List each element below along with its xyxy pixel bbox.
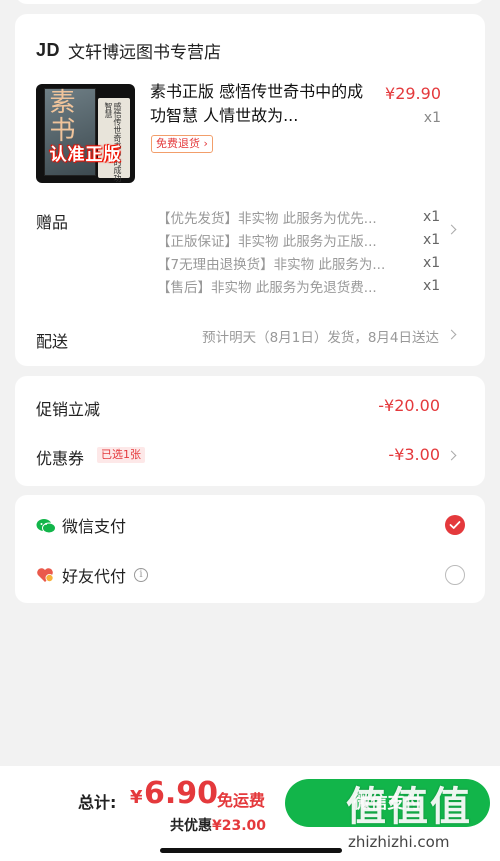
coupon-label[interactable]: 优惠券: [36, 445, 84, 469]
promotion-card: 促销立减 -¥20.00 优惠券 已选1张 -¥3.00: [15, 376, 485, 486]
gift-item-qty: x1: [423, 278, 441, 294]
gift-item-text: 【正版保证】非实物 此服务为正版...: [157, 234, 377, 250]
payment-option-wechat[interactable]: 微信支付: [36, 513, 126, 537]
previous-card-edge: [15, 0, 485, 4]
total-label: 总计:: [78, 793, 117, 812]
store-order-card: JD 文轩博远图书专营店 素书 感悟传世奇书中的成功智慧 认准正版 素书正版 感…: [15, 14, 485, 366]
watermark-logo: 值值值: [346, 784, 472, 830]
gift-item-text: 【售后】非实物 此服务为免退货费...: [157, 280, 377, 296]
book-cover-title: 素书: [45, 88, 75, 144]
gift-item-qty: x1: [423, 255, 441, 271]
discount-prefix: 共优惠: [170, 818, 212, 834]
promo-discount-value: -¥20.00: [378, 396, 440, 415]
wechat-icon: [36, 518, 56, 534]
gift-item-qty: x1: [423, 232, 441, 248]
jd-logo: JD: [36, 40, 61, 60]
payment-method-card: 微信支付 好友代付 i: [15, 495, 485, 603]
product-image[interactable]: 素书 感悟传世奇书中的成功智慧 认准正版: [36, 84, 135, 183]
info-icon[interactable]: i: [134, 568, 149, 582]
heart-gift-icon: [36, 567, 54, 583]
gift-item[interactable]: 【优先发货】非实物 此服务为优先... x1: [157, 207, 457, 227]
total-amount: 6.90: [144, 776, 219, 811]
free-shipping-label: 免运费: [217, 791, 266, 810]
gift-item-qty: x1: [423, 209, 441, 225]
gifts-label: 赠品: [36, 213, 69, 232]
total-currency: ¥: [130, 787, 143, 808]
store-name: 文轩博远图书专营店: [68, 43, 222, 63]
wechat-pay-label: 微信支付: [62, 517, 127, 536]
watermark-url: zhizhizhi.com: [348, 833, 450, 851]
wechat-pay-radio-checked[interactable]: [445, 515, 465, 535]
discount-amount: ¥23.00: [212, 818, 267, 834]
product-title[interactable]: 素书正版 感悟传世奇书中的成功智慧 人情世故为...: [150, 80, 370, 128]
shipping-label: 配送: [36, 332, 69, 351]
gift-item[interactable]: 【7无理由退换货】非实物 此服务为... x1: [157, 253, 457, 273]
home-indicator[interactable]: [160, 848, 342, 853]
gift-item-text: 【优先发货】非实物 此服务为优先...: [157, 211, 377, 227]
genuine-banner: 认准正版: [49, 145, 122, 165]
total-discount: 共优惠¥23.00: [170, 815, 266, 835]
friend-pay-radio[interactable]: [445, 565, 465, 585]
product-quantity: x1: [423, 110, 441, 126]
chevron-right-icon[interactable]: [446, 450, 457, 461]
free-return-badge[interactable]: 免费退货 ›: [151, 135, 213, 153]
payment-option-friend[interactable]: 好友代付 i: [36, 563, 149, 587]
gift-item[interactable]: 【正版保证】非实物 此服务为正版... x1: [157, 230, 457, 250]
friend-pay-label: 好友代付: [62, 567, 127, 586]
store-header[interactable]: JD 文轩博远图书专营店: [36, 38, 221, 63]
product-price: ¥29.90: [385, 84, 441, 103]
coupon-value[interactable]: -¥3.00: [388, 445, 440, 464]
shipping-estimate[interactable]: 预计明天（8月1日）发货，8月4日送达: [202, 326, 439, 346]
gift-item[interactable]: 【售后】非实物 此服务为免退货费... x1: [157, 276, 457, 296]
promo-discount-label: 促销立减: [36, 400, 101, 419]
chevron-right-icon[interactable]: [446, 329, 457, 340]
gift-item-text: 【7无理由退换货】非实物 此服务为...: [157, 257, 386, 273]
coupon-selected-badge: 已选1张: [97, 447, 145, 463]
